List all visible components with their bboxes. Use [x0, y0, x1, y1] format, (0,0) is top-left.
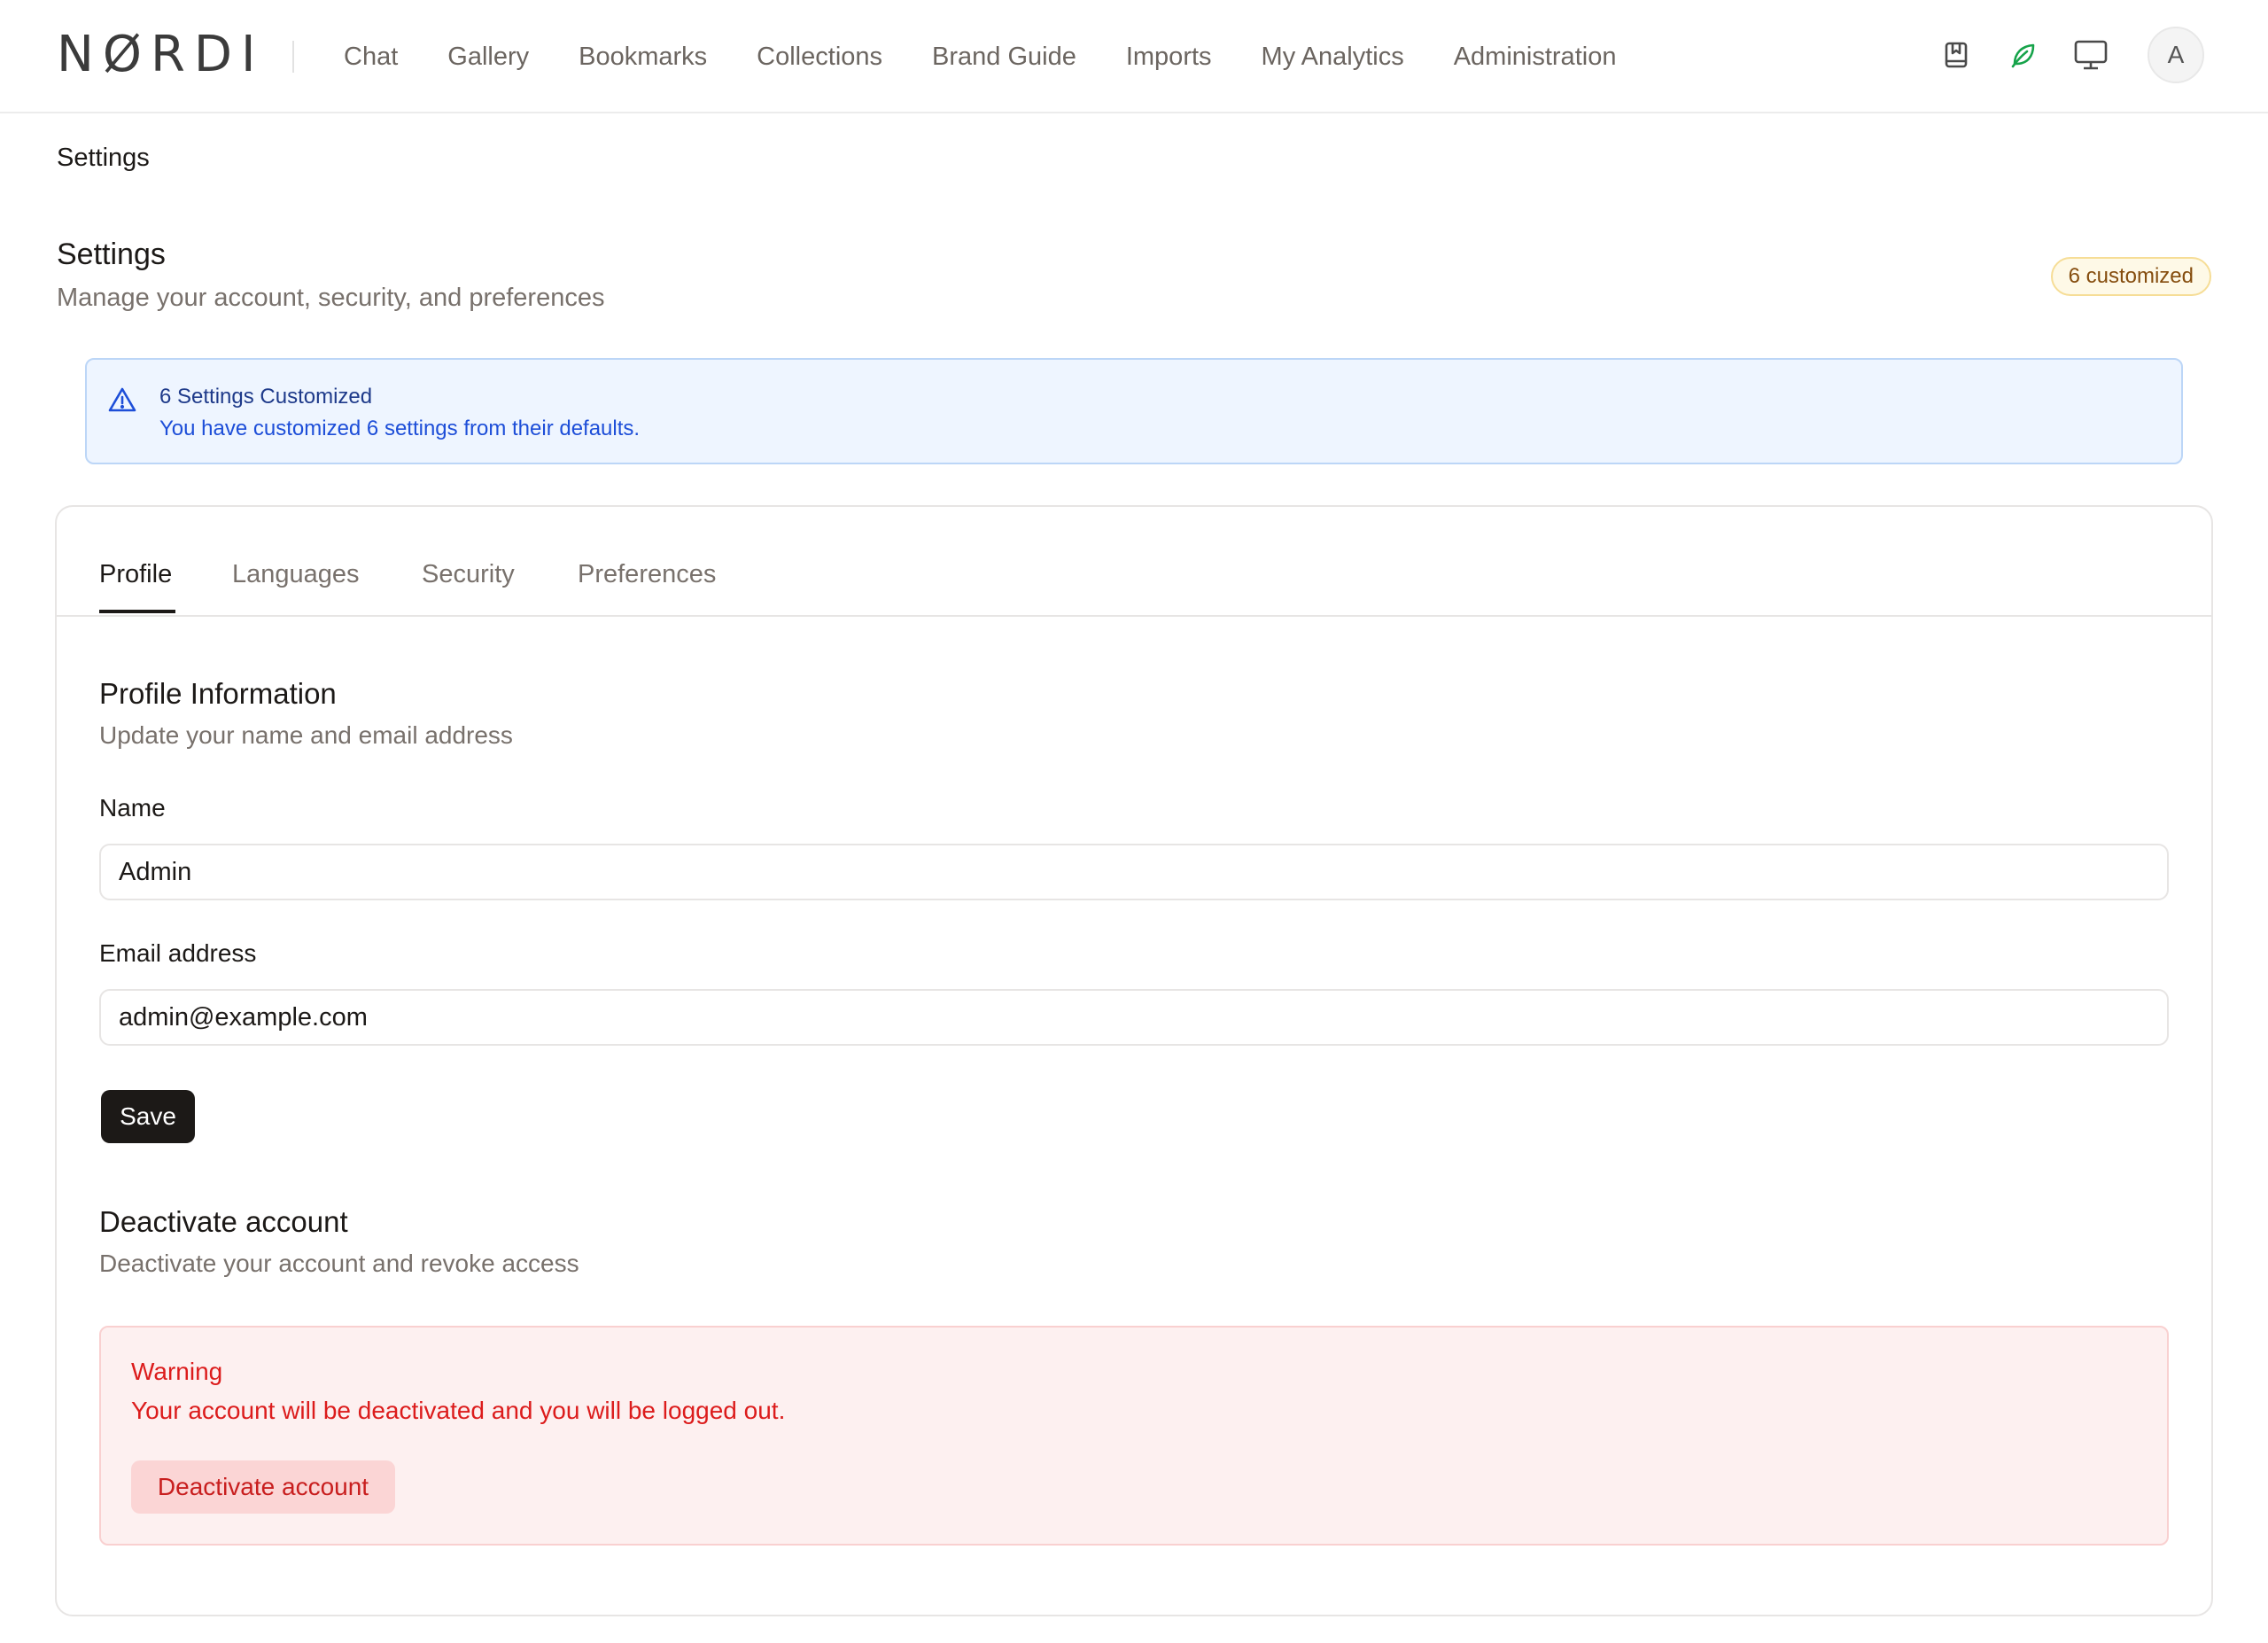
deactivate-warning-box: Warning Your account will be deactivated…	[99, 1326, 2169, 1546]
top-bar: NØRDI Chat Gallery Bookmarks Collections…	[0, 0, 2268, 113]
name-label: Name	[99, 794, 166, 822]
page-title: Settings	[57, 237, 166, 271]
email-field[interactable]	[99, 989, 2169, 1046]
active-tab-indicator	[99, 610, 175, 613]
nav-item-brand-guide[interactable]: Brand Guide	[932, 35, 1076, 78]
bookmark-icon[interactable]	[1935, 34, 1977, 76]
warning-triangle-icon	[108, 386, 136, 417]
nav-item-chat[interactable]: Chat	[344, 35, 398, 78]
tab-languages[interactable]: Languages	[232, 560, 360, 589]
tab-preferences[interactable]: Preferences	[578, 560, 716, 589]
user-avatar[interactable]: A	[2148, 27, 2204, 83]
leaf-icon[interactable]	[2002, 34, 2045, 76]
logo-divider	[292, 41, 294, 73]
info-alert-text: You have customized 6 settings from thei…	[159, 417, 641, 440]
nav-item-collections[interactable]: Collections	[757, 35, 882, 78]
main-nav: Chat Gallery Bookmarks Collections Brand…	[344, 35, 1666, 78]
warning-text: Your account will be deactivated and you…	[131, 1397, 786, 1424]
settings-tabs: Profile Languages Security Preferences	[57, 507, 2211, 617]
breadcrumb: Settings	[57, 144, 150, 172]
header-actions: A	[1910, 27, 2204, 83]
customized-badge: 6 customized	[2050, 257, 2211, 296]
save-button[interactable]: Save	[101, 1090, 195, 1143]
profile-section-subtitle: Update your name and email address	[99, 721, 513, 749]
page-subtitle: Manage your account, security, and prefe…	[57, 284, 605, 312]
nav-item-administration[interactable]: Administration	[1454, 35, 1617, 78]
settings-card: Profile Languages Security Preferences P…	[55, 505, 2213, 1616]
monitor-icon[interactable]	[2070, 34, 2112, 76]
tab-profile[interactable]: Profile	[99, 560, 172, 589]
nav-item-imports[interactable]: Imports	[1126, 35, 1212, 78]
nav-item-bookmarks[interactable]: Bookmarks	[579, 35, 707, 78]
deactivate-section-title: Deactivate account	[99, 1205, 348, 1238]
nav-item-my-analytics[interactable]: My Analytics	[1262, 35, 1404, 78]
app-logo[interactable]: NØRDI	[57, 30, 265, 80]
warning-title: Warning	[131, 1358, 223, 1385]
nav-item-gallery[interactable]: Gallery	[447, 35, 529, 78]
name-field[interactable]	[99, 844, 2169, 900]
tab-security[interactable]: Security	[422, 560, 515, 589]
info-alert: 6 Settings Customized You have customize…	[85, 358, 2183, 464]
deactivate-section-subtitle: Deactivate your account and revoke acces…	[99, 1250, 579, 1277]
profile-section-title: Profile Information	[99, 677, 337, 710]
info-alert-title: 6 Settings Customized	[159, 385, 373, 409]
email-label: Email address	[99, 939, 257, 967]
logo-text: NØRDI	[57, 26, 265, 83]
deactivate-account-button[interactable]: Deactivate account	[131, 1460, 395, 1514]
